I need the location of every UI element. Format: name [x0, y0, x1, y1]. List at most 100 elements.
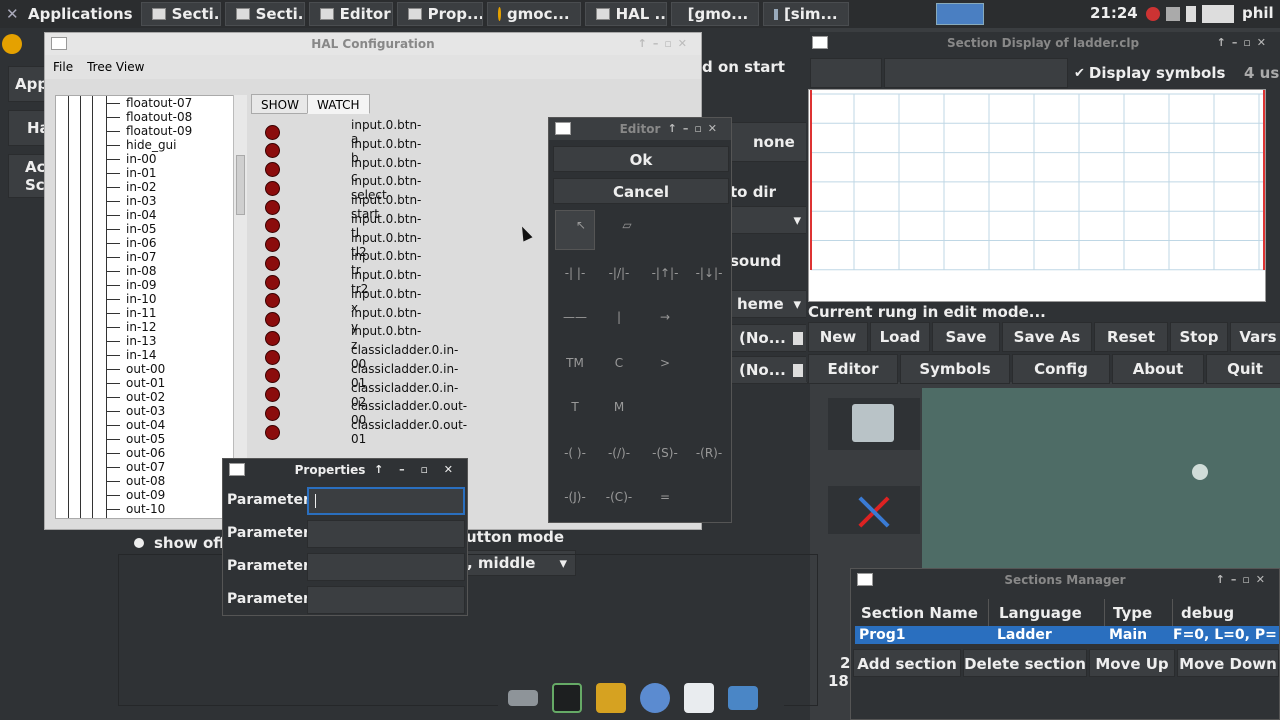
move-down-button[interactable]: Move Down [1177, 649, 1279, 677]
task-gmoccapy[interactable]: gmoc... [486, 2, 581, 26]
sections-manager-titlebar[interactable]: Sections Manager ↑–▫✕ [851, 569, 1279, 591]
ladder-symbol-tool[interactable]: -( )- [557, 446, 593, 460]
user-name[interactable]: phil [1242, 4, 1274, 22]
task-section-1[interactable]: Secti... [140, 2, 221, 26]
move-up-button[interactable]: Move Up [1089, 649, 1175, 677]
quit-button[interactable]: Quit [1206, 354, 1280, 384]
ladder-symbol-tool[interactable]: | [601, 310, 637, 324]
tree-item[interactable]: out-02 [56, 390, 246, 404]
ladder-symbol-tool[interactable]: —— [557, 310, 593, 324]
tree-item[interactable]: floatout-08 [56, 110, 246, 124]
tree-item[interactable]: in-14 [56, 348, 246, 362]
properties-titlebar[interactable]: Properties ↑ – ▫ ✕ [223, 459, 467, 481]
ladder-symbol-tool[interactable]: ▱ [609, 218, 645, 232]
workspace-switcher[interactable] [936, 3, 984, 25]
tree-item[interactable]: in-04 [56, 208, 246, 222]
load-button[interactable]: Load [870, 322, 930, 352]
ladder-symbol-tool[interactable]: -|↑|- [647, 266, 683, 280]
ladder-symbol-tool[interactable]: TM [557, 356, 593, 370]
tree-item[interactable]: in-06 [56, 236, 246, 250]
ladder-symbol-tool[interactable]: -| |- [557, 266, 593, 280]
stop-button[interactable]: Stop [1170, 322, 1228, 352]
tree-item[interactable]: out-04 [56, 418, 246, 432]
config-button[interactable]: Config [1012, 354, 1110, 384]
parameter-input[interactable] [307, 586, 465, 614]
tree-item[interactable]: in-10 [56, 292, 246, 306]
tree-item[interactable]: in-08 [56, 264, 246, 278]
reset-button[interactable]: Reset [1094, 322, 1168, 352]
ladder-symbol-tool[interactable]: -|/|- [601, 266, 637, 280]
desktop-icon-installer[interactable] [828, 398, 920, 450]
tree-item[interactable]: out-05 [56, 432, 246, 446]
tray-grid-icon[interactable] [1202, 5, 1234, 23]
tab-hardware[interactable]: Ha [8, 110, 50, 146]
hal-tree[interactable]: floatout-07 floatout-08 floatout-09 hide_gu… [55, 95, 247, 519]
tree-item[interactable]: out-01 [56, 376, 246, 390]
column-language[interactable]: Language [991, 599, 1105, 627]
tree-item[interactable]: in-09 [56, 278, 246, 292]
ladder-symbol-tool[interactable]: = [647, 490, 683, 504]
ladder-symbol-tool[interactable]: ↖ [563, 218, 599, 232]
select-none[interactable]: none [730, 122, 808, 162]
tab-app[interactable]: App [8, 66, 48, 102]
tree-item[interactable]: in-00 [56, 152, 246, 166]
save-as-button[interactable]: Save As [1002, 322, 1092, 352]
tree-item[interactable]: in-03 [56, 194, 246, 208]
archive-icon[interactable] [596, 682, 626, 713]
section-display-titlebar[interactable]: Section Display of ladder.clp ↑–▫✕ [806, 32, 1280, 54]
applications-menu[interactable]: ✕ Applications [0, 0, 139, 28]
dir-dropdown[interactable]: ▾ [730, 206, 808, 234]
section-combo[interactable] [810, 58, 882, 88]
ladder-canvas[interactable] [808, 89, 1266, 302]
browser-icon[interactable] [640, 682, 670, 713]
column-debug[interactable]: debug [1173, 599, 1279, 627]
terminal-icon[interactable] [552, 682, 582, 713]
tree-item[interactable]: out-10 [56, 502, 246, 516]
ladder-symbol-tool[interactable]: -(S)- [647, 446, 683, 460]
window-controls[interactable]: ↑–▫✕ [638, 33, 693, 55]
symbols-button[interactable]: Symbols [900, 354, 1010, 384]
tree-item[interactable]: in-13 [56, 334, 246, 348]
file-chooser-1[interactable]: (No... [730, 324, 808, 352]
tree-item[interactable]: in-02 [56, 180, 246, 194]
tree-item[interactable]: in-12 [56, 320, 246, 334]
show-offsets-option[interactable]: show offs [134, 534, 234, 552]
ladder-symbol-tool[interactable]: C [601, 356, 637, 370]
delete-section-button[interactable]: Delete section [963, 649, 1087, 677]
task-properties[interactable]: Prop... [396, 2, 483, 26]
display-symbols-checkbox[interactable]: ✔ Display symbols [1074, 64, 1225, 82]
tree-item[interactable]: in-07 [56, 250, 246, 264]
new-button[interactable]: New [808, 322, 868, 352]
ladder-symbol-tool[interactable]: -(J)- [557, 490, 593, 504]
theme-dropdown[interactable]: heme ▾ [730, 290, 808, 318]
tree-item[interactable]: out-06 [56, 446, 246, 460]
tree-item[interactable]: in-11 [56, 306, 246, 320]
column-section-name[interactable]: Section Name [853, 599, 989, 627]
menu-tree-view[interactable]: Tree View [87, 60, 144, 74]
hal-titlebar[interactable]: HAL Configuration ↑–▫✕ [45, 33, 701, 55]
tree-item[interactable]: floatout-07 [56, 96, 246, 110]
rung-combo[interactable] [884, 58, 1068, 88]
vars-button[interactable]: Vars [1230, 322, 1280, 352]
ladder-symbol-tool[interactable]: > [647, 356, 683, 370]
scrollbar-thumb[interactable] [236, 155, 245, 215]
tab-advanced[interactable]: Ac Sc [8, 154, 48, 198]
parameter-input[interactable] [307, 553, 465, 581]
drive-icon[interactable] [508, 689, 538, 706]
tree-item[interactable]: out-00 [56, 362, 246, 376]
tab-watch[interactable]: WATCH [307, 94, 370, 114]
tree-item[interactable]: out-07 [56, 460, 246, 474]
tree-item[interactable]: out-08 [56, 474, 246, 488]
window-controls[interactable]: ↑–▫✕ [668, 118, 723, 140]
folder-icon[interactable] [728, 685, 758, 710]
add-section-button[interactable]: Add section [853, 649, 961, 677]
ladder-symbol-tool[interactable]: → [647, 310, 683, 324]
editor-titlebar[interactable]: Editor ↑–▫✕ [549, 118, 731, 140]
parameter-input[interactable] [307, 487, 465, 515]
tree-item[interactable]: hide_gui [56, 138, 246, 152]
ladder-symbol-tool[interactable]: -(/)- [601, 446, 637, 460]
task-editor[interactable]: Editor [308, 2, 393, 26]
network-icon[interactable] [1166, 7, 1180, 21]
tree-item[interactable]: out-03 [56, 404, 246, 418]
window-controls[interactable]: ↑–▫✕ [1217, 32, 1272, 54]
